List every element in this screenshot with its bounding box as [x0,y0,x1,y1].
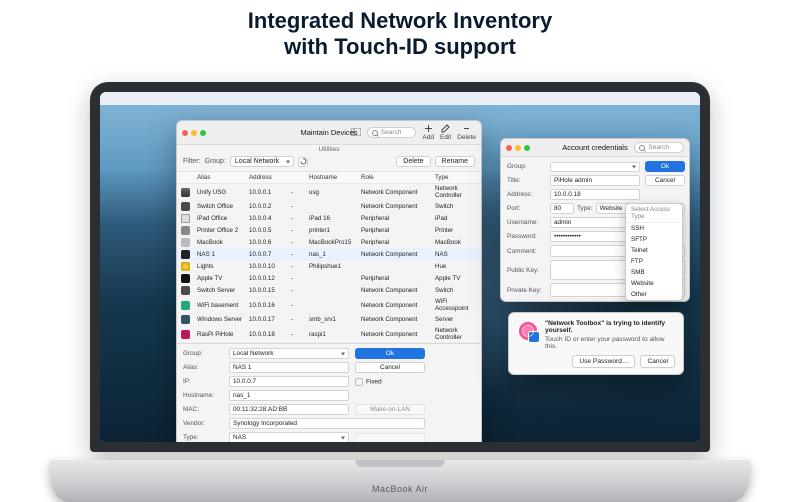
close-icon[interactable] [506,145,512,151]
table-row[interactable]: iPad Office10.0.0.4-iPad 16PeripheraliPa… [177,213,481,225]
device-icon [181,238,190,247]
column-header[interactable]: Alias [197,174,247,181]
search-icon [372,130,378,136]
dropdown-option[interactable]: Website [626,278,682,289]
device-icon [181,262,190,271]
cred-port-input[interactable]: 80 [550,203,574,214]
edit-button[interactable]: Edit [440,124,451,141]
fullscreen-icon[interactable] [524,145,530,151]
table-row[interactable]: Lights10.0.0.10-Philipshue1Hue [177,261,481,273]
refresh-button[interactable] [298,157,308,167]
headline-line1: Integrated Network Inventory [0,8,800,34]
use-password-button[interactable]: Use Password… [572,355,635,368]
table-row[interactable]: WiFi basement10.0.0.16-Network Component… [177,297,481,314]
device-icon [181,188,190,197]
dropdown-option[interactable]: Telnet [626,245,682,256]
table-row[interactable]: NAS 110.0.0.7-nas_1Network ComponentNAS [177,249,481,261]
devices-table: AliasAddress HostnameRoleType Unify USG10… [177,172,481,343]
window-title: Account credentials [562,143,627,152]
add-button[interactable]: Add [422,124,434,141]
table-row[interactable]: Printer Office 210.0.0.5-printer1Periphe… [177,225,481,237]
touchid-heading: "Network Toolbox" is trying to identify … [545,320,675,334]
minimize-icon[interactable] [515,145,521,151]
dropdown-option[interactable]: SMB [626,267,682,278]
table-row[interactable]: Windows Server10.0.0.17-smb_srv1Network … [177,314,481,326]
touchid-cancel-button[interactable]: Cancel [640,355,675,368]
headline-line2: with Touch-ID support [0,34,800,60]
device-icon [181,202,190,211]
dropdown-option[interactable]: SFTP [626,234,682,245]
touchid-subtext: Touch ID or enter your password to allow… [545,336,675,350]
table-row[interactable]: Apple TV10.0.0.12-PeripheralApple TV [177,273,481,285]
window-title: Maintain Devices [300,128,357,137]
fixed-checkbox[interactable]: Fixed [355,378,425,386]
rename-group-button[interactable]: Rename [435,156,475,167]
column-header[interactable]: Role [361,174,433,181]
table-row[interactable]: Unify USG10.0.0.1-usgNetwork ComponentNe… [177,184,481,201]
group-label: Group: [205,158,226,165]
device-icon [181,274,190,283]
touchid-icon [517,320,539,342]
detail-ok-button[interactable]: Ok [355,348,425,359]
minimize-icon[interactable] [191,130,197,136]
delete-group-button[interactable]: Delete [396,156,430,167]
detail-ip-input[interactable]: 10.0.0.7 [229,376,349,387]
device-icon [181,226,190,235]
cred-group-select[interactable] [550,162,640,172]
cred-cancel-button[interactable]: Cancel [645,175,685,186]
dropdown-option[interactable]: SSH [626,223,682,234]
column-header[interactable]: Type [435,174,477,181]
detail-mac-input[interactable]: 00:11:32:28:AD:BB [229,404,349,415]
table-row[interactable]: MacBook10.0.0.6-MacBookPro15PeripheralMa… [177,237,481,249]
maintain-devices-window: Maintain Devices Utilities Search Add Ed… [176,120,482,442]
table-row[interactable]: RasPi PiHole10.0.0.18-raspi1Network Comp… [177,326,481,343]
search-input[interactable]: Search [367,127,417,138]
dropdown-placeholder: Select Access Type [626,204,682,223]
touchid-dialog: "Network Toolbox" is trying to identify … [508,312,684,375]
dropdown-option[interactable]: Other [626,289,682,300]
device-icon [181,301,190,310]
dropdown-option[interactable]: FTP [626,256,682,267]
fullscreen-icon[interactable] [200,130,206,136]
app-icon [528,331,540,343]
group-select[interactable]: Local Network [230,156,294,167]
window-subtitle: Utilities [319,146,340,153]
table-row[interactable]: Switch Office10.0.0.2-Network ComponentS… [177,201,481,213]
device-icon [181,214,190,223]
detail-group-select[interactable]: Local Network [229,348,349,359]
delete-button[interactable]: Delete [457,124,476,141]
marketing-headline: Integrated Network Inventory with Touch-… [0,0,800,60]
close-icon[interactable] [182,130,188,136]
wake-on-lan-button[interactable]: Wake-on-LAN [355,404,425,415]
table-row[interactable]: Switch Server10.0.0.15-Network Component… [177,285,481,297]
column-header[interactable]: Address [249,174,289,181]
detail-alias-input[interactable]: NAS 1 [229,362,349,373]
detail-hostname-input[interactable]: nas_1 [229,390,349,401]
access-type-dropdown: Select Access Type SSHSFTPTelnetFTPSMBWe… [625,203,683,301]
cred-title-input[interactable]: PiHole admin [550,175,640,186]
search-input[interactable]: Search [634,142,684,153]
laptop-mockup: Maintain Devices Utilities Search Add Ed… [50,82,750,502]
table-header: AliasAddress HostnameRoleType [177,172,481,184]
search-icon [639,145,645,151]
filter-label: Filter: [183,158,201,165]
device-icon [181,330,190,339]
desktop-background: Maintain Devices Utilities Search Add Ed… [100,92,700,442]
account-credentials-window: Account credentials Search Group: Ok Tit… [500,138,690,302]
device-detail-pane: Group: Local Network Ok Alias: NAS 1 Can… [177,343,481,442]
column-header[interactable]: Hostname [309,174,359,181]
cred-ok-button[interactable]: Ok [645,161,685,172]
cred-address-input[interactable]: 10.0.0.18 [550,189,640,200]
detail-cancel-button[interactable]: Cancel [355,362,425,373]
device-icon [181,250,190,259]
detail-type-select[interactable]: NAS [229,432,349,442]
device-icon [181,315,190,324]
detail-vendor-field: Synology Incorporated [229,418,425,429]
macos-menubar [100,92,700,105]
device-icon [181,286,190,295]
laptop-brand: MacBook Air [372,484,428,494]
